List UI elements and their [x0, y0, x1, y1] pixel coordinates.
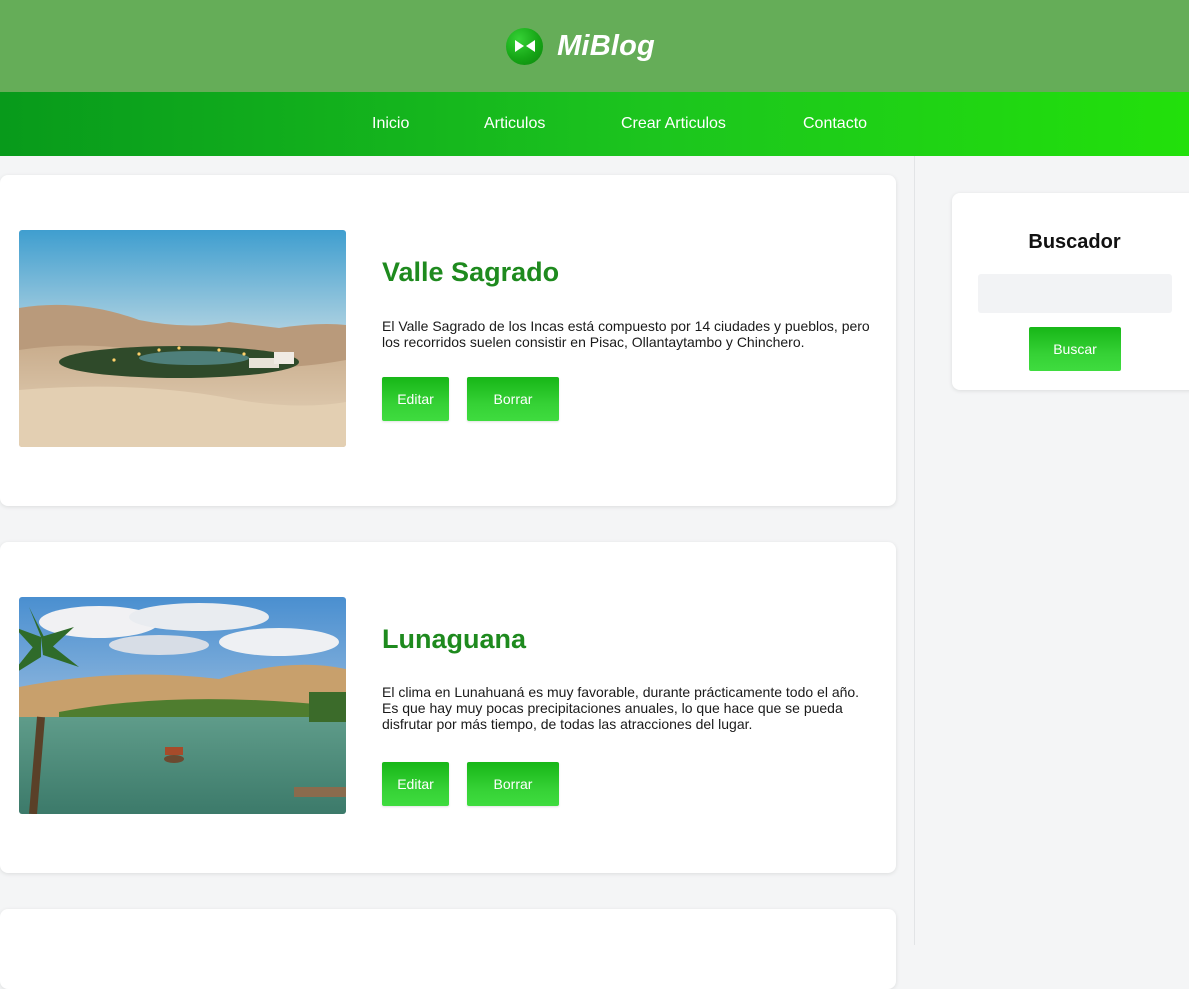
article-description: El clima en Lunahuaná es muy favorable, …: [382, 684, 860, 732]
delete-button[interactable]: Borrar: [467, 762, 559, 806]
article-description: El Valle Sagrado de los Incas está compu…: [382, 318, 870, 350]
edit-button[interactable]: Editar: [382, 762, 449, 806]
nav-item-inicio[interactable]: Inicio: [372, 92, 409, 156]
article-card: Lunaguana El clima en Lunahuaná es muy f…: [0, 542, 896, 873]
article-card: [0, 909, 896, 989]
article-card: Valle Sagrado El Valle Sagrado de los In…: [0, 175, 896, 506]
article-image: [19, 230, 346, 447]
delete-button[interactable]: Borrar: [467, 377, 559, 421]
article-title[interactable]: Lunaguana: [382, 624, 526, 655]
search-button[interactable]: Buscar: [1029, 327, 1121, 371]
article-title[interactable]: Valle Sagrado: [382, 257, 559, 288]
nav-item-articulos[interactable]: Articulos: [484, 92, 545, 156]
article-image: [19, 597, 346, 814]
search-panel: Buscador Buscar: [952, 193, 1189, 390]
edit-button[interactable]: Editar: [382, 377, 449, 421]
nav-item-crear-articulos[interactable]: Crear Articulos: [621, 92, 726, 156]
search-panel-title: Buscador: [1028, 231, 1121, 253]
site-logo[interactable]: MiBlog: [506, 27, 655, 65]
bowtie-logo-icon: [506, 27, 544, 65]
site-header: MiBlog: [0, 0, 1189, 92]
nav-item-contacto[interactable]: Contacto: [803, 92, 867, 156]
content-divider: [914, 156, 915, 945]
site-title: MiBlog: [557, 29, 655, 62]
search-input[interactable]: [978, 274, 1172, 313]
main-nav: Inicio Articulos Crear Articulos Contact…: [0, 92, 1189, 156]
